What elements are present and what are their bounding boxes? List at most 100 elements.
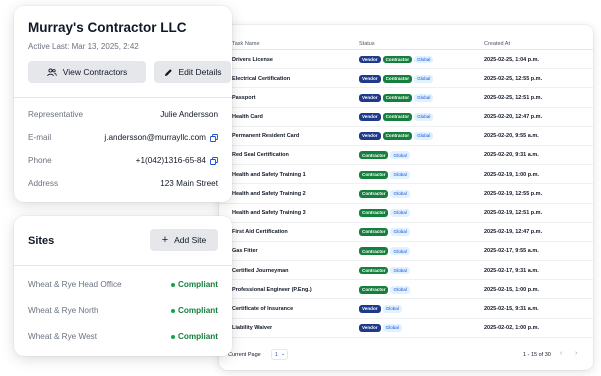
status-badge: Global: [390, 189, 410, 198]
view-contractors-button[interactable]: View Contractors: [28, 61, 146, 83]
view-contractors-label: View Contractors: [62, 67, 128, 77]
created-at-cell: 2025-02-20, 12:47 p.m.: [484, 114, 543, 121]
chevron-right-icon[interactable]: ›: [575, 350, 577, 357]
column-header-status[interactable]: Status: [359, 41, 375, 47]
status-badge: Global: [390, 285, 410, 294]
table-row[interactable]: Electrical Certification Vendor Contractor…: [219, 69, 593, 89]
table-row[interactable]: Certified Journeyman Contractor Global 2025…: [219, 261, 593, 281]
status-badge: Global: [390, 170, 410, 179]
status-badge: Contractor: [359, 170, 389, 179]
table-row[interactable]: Red Seal Certification Contractor Global 20…: [219, 146, 593, 166]
add-site-button[interactable]: + Add Site: [150, 229, 218, 251]
task-name-cell: Drivers License: [232, 56, 273, 63]
status-badge: Global: [382, 324, 402, 332]
contractor-card: Murray's Contractor LLC Active Last: Mar…: [14, 6, 232, 202]
table-row[interactable]: Certificate of Insurance Vendor Global 2025…: [219, 299, 593, 319]
status-badge: Contractor: [359, 209, 389, 217]
table-row[interactable]: Health and Safety Training 3 Contractor Gl…: [219, 204, 593, 223]
edit-details-button[interactable]: Edit Details: [154, 61, 231, 83]
status-badge: Global: [390, 151, 410, 160]
status-dot-icon: [170, 334, 175, 339]
table-row[interactable]: Permanent Resident Card Vendor Contractor G…: [219, 127, 593, 146]
created-at-cell: 2025-02-02, 1:00 p.m.: [484, 325, 540, 332]
table-row[interactable]: Professional Engineer (P.Eng.) Contractor…: [219, 280, 593, 300]
pencil-icon: [164, 68, 173, 77]
status-cell: Contractor Global: [359, 228, 410, 237]
status-cell: Vendor Contractor Global: [359, 55, 434, 64]
status-cell: Vendor Contractor Global: [359, 113, 434, 121]
divider: [14, 97, 232, 98]
site-item[interactable]: Wheat & Rye West Compliant: [28, 332, 218, 344]
add-site-label: Add Site: [174, 235, 207, 245]
status-badge: Contractor: [382, 74, 413, 83]
status-badge: Vendor: [359, 132, 381, 141]
table-row[interactable]: Health and Safety Training 2 Contractor Gl…: [219, 184, 593, 204]
task-name-cell: Health and Safety Training 2: [232, 190, 306, 197]
task-name-cell: Health Card: [232, 114, 263, 121]
task-name-cell: Certified Journeyman: [232, 267, 289, 274]
table-row[interactable]: Health and Safety Training 1 Contractor Gl…: [219, 165, 593, 185]
status-cell: Vendor Contractor Global: [359, 132, 434, 141]
status-badge: Global: [390, 209, 410, 217]
table-row[interactable]: First Aid Certification Contractor Global 2…: [219, 223, 593, 242]
status-badge: Contractor: [359, 247, 389, 256]
status-cell: Vendor Contractor Global: [359, 74, 434, 83]
field-representative: Representative Julie Andersson: [28, 110, 218, 122]
sites-card: Sites + Add Site Wheat & Rye Head Office…: [14, 216, 232, 356]
status-badge: Vendor: [359, 304, 381, 313]
copy-icon[interactable]: [210, 133, 218, 142]
table-row[interactable]: Drivers License Vendor Contractor Global 202…: [219, 50, 593, 70]
task-name-cell: Professional Engineer (P.Eng.): [232, 286, 312, 293]
site-item[interactable]: Wheat & Rye Head Office Compliant: [28, 280, 218, 292]
field-value: j.andersson@murrayllc.com: [104, 133, 206, 142]
created-at-cell: 2025-02-19, 12:55 p.m.: [484, 190, 543, 197]
created-at-cell: 2025-02-17, 9:31 a.m.: [484, 267, 539, 274]
table-row[interactable]: Gas Fitter Contractor Global 2025-02-17, 9:…: [219, 242, 593, 262]
status-dot-icon: [170, 308, 175, 313]
edit-details-label: Edit Details: [178, 67, 222, 77]
created-at-cell: 2025-02-25, 12:55 p.m.: [484, 75, 543, 82]
created-at-cell: 2025-02-19, 1:00 p.m.: [484, 171, 540, 178]
created-at-cell: 2025-02-25, 1:04 p.m.: [484, 56, 540, 63]
created-at-cell: 2025-02-20, 9:31 a.m.: [484, 152, 539, 159]
contractor-name: Murray's Contractor LLC: [28, 20, 187, 35]
task-name-cell: First Aid Certification: [232, 229, 288, 236]
column-header-created-at[interactable]: Created At: [484, 41, 510, 47]
status-badge: Vendor: [359, 324, 381, 332]
status-badge: Compliant: [170, 306, 218, 315]
status-cell: Contractor Global: [359, 151, 410, 160]
status-cell: Vendor Global: [359, 304, 402, 313]
chevron-left-icon[interactable]: ‹: [560, 350, 562, 357]
users-icon: [46, 67, 57, 77]
table-row[interactable]: Health Card Vendor Contractor Global 2025-02…: [219, 108, 593, 127]
task-name-cell: Liability Waiver: [232, 325, 273, 332]
status-cell: Vendor Global: [359, 324, 402, 332]
status-badge: Global: [390, 247, 410, 256]
status-badge: Global: [390, 266, 410, 275]
current-page-select[interactable]: 1 ⌄: [271, 349, 288, 360]
table-row[interactable]: Passport Vendor Contractor Global 2025-02-25…: [219, 88, 593, 108]
site-item[interactable]: Wheat & Rye North Compliant: [28, 306, 218, 318]
task-name-cell: Electrical Certification: [232, 75, 291, 82]
table-header: Task Name Status Created At: [219, 25, 593, 50]
status-badge: Vendor: [359, 93, 381, 102]
status-badge: Global: [414, 74, 434, 83]
field-label: Phone: [28, 156, 52, 165]
table-row[interactable]: Liability Waiver Vendor Global 2025-02-02, …: [219, 319, 593, 338]
column-header-task-name[interactable]: Task Name: [232, 41, 260, 47]
status-cell: Contractor Global: [359, 170, 410, 179]
task-name-cell: Gas Fitter: [232, 248, 258, 255]
task-name-cell: Health and Safety Training 3: [232, 210, 306, 216]
status-badge: Contractor: [359, 228, 389, 237]
plus-icon: +: [161, 234, 169, 246]
status-badge: Global: [390, 228, 410, 237]
field-label: E-mail: [28, 133, 52, 142]
status-badge: Contractor: [359, 285, 389, 294]
field-value: 123 Main Street: [160, 179, 218, 188]
site-name: Wheat & Rye Head Office: [28, 280, 122, 289]
copy-icon[interactable]: [210, 156, 218, 165]
created-at-cell: 2025-02-25, 12:51 p.m.: [484, 94, 543, 101]
field-email: E-mail j.andersson@murrayllc.com: [28, 133, 218, 145]
status-badge: Global: [414, 93, 434, 102]
site-status: Compliant: [177, 332, 218, 341]
